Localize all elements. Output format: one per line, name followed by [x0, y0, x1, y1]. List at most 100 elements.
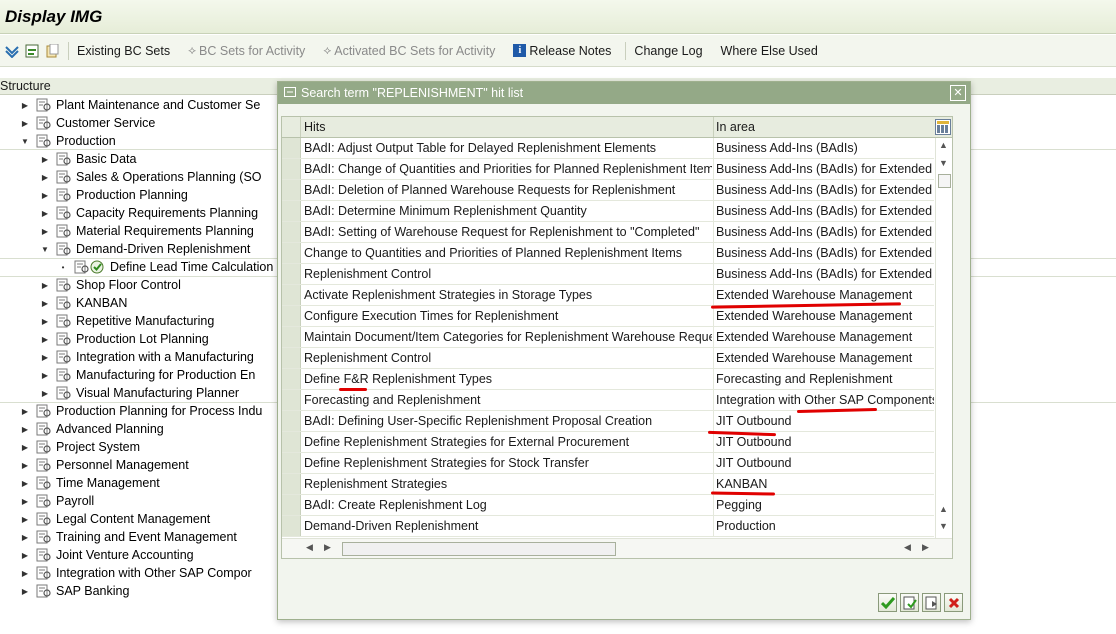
tree-node-label[interactable]: Repetitive Manufacturing	[76, 314, 214, 328]
tree-node[interactable]: ▶ Production Lot Planning	[40, 330, 209, 348]
row-selector[interactable]	[282, 327, 301, 347]
tree-node[interactable]: ▶ Personnel Management	[20, 456, 189, 474]
img-activity-icon[interactable]	[36, 566, 52, 580]
collapsed-arrow-icon[interactable]: ▶	[40, 191, 50, 200]
in-area-cell[interactable]: Business Add-Ins (BAdIs) for Extended Wa…	[716, 225, 934, 239]
cancel-button[interactable]	[944, 593, 963, 612]
row-selector[interactable]	[282, 474, 301, 494]
in-area-cell[interactable]: Business Add-Ins (BAdIs) for Extended Wa…	[716, 204, 934, 218]
row-selector[interactable]	[282, 243, 301, 263]
scroll-down-icon[interactable]: ▼	[939, 158, 948, 168]
collapsed-arrow-icon[interactable]: ▶	[20, 515, 30, 524]
table-row[interactable]: Forecasting and Replenishment Integration…	[282, 390, 934, 411]
img-activity-icon[interactable]	[56, 188, 72, 202]
row-selector[interactable]	[282, 159, 301, 179]
tree-node[interactable]: ▶ Shop Floor Control	[40, 276, 181, 294]
tree-node-label[interactable]: SAP Banking	[56, 584, 129, 598]
img-activity-icon[interactable]	[56, 296, 72, 310]
tree-node-label[interactable]: Basic Data	[76, 152, 136, 166]
tree-node-label[interactable]: Production Planning for Process Indu	[56, 404, 262, 418]
collapsed-arrow-icon[interactable]: ▶	[20, 533, 30, 542]
table-row[interactable]: Replenishment Control Business Add-Ins (B…	[282, 264, 934, 285]
in-area-cell[interactable]: Pegging	[716, 498, 934, 512]
tree-node[interactable]: ▶ Project System	[20, 438, 140, 456]
hit-cell[interactable]: Replenishment Control	[304, 351, 712, 365]
tree-node[interactable]: ▼ Demand-Driven Replenishment	[40, 240, 250, 258]
collapsed-arrow-icon[interactable]: ▶	[20, 425, 30, 434]
table-row[interactable]: Demand-Driven Replenishment Production	[282, 516, 934, 537]
collapsed-arrow-icon[interactable]: ▶	[20, 587, 30, 596]
layout-settings-icon[interactable]	[935, 119, 951, 135]
in-area-cell[interactable]: Extended Warehouse Management	[716, 351, 934, 365]
table-row[interactable]: BAdI: Adjust Output Table for Delayed Re…	[282, 138, 934, 159]
table-row[interactable]: Maintain Document/Item Categories for Re…	[282, 327, 934, 348]
in-area-cell[interactable]: Forecasting and Replenishment	[716, 372, 934, 386]
tree-node[interactable]: ▶ Production Planning	[40, 186, 188, 204]
collapsed-arrow-icon[interactable]: ▶	[20, 101, 30, 110]
tree-node-label[interactable]: Plant Maintenance and Customer Se	[56, 98, 260, 112]
hit-cell[interactable]: BAdI: Create Replenishment Log	[304, 498, 712, 512]
tree-node-label[interactable]: Production	[56, 134, 116, 148]
img-activity-icon[interactable]	[56, 368, 72, 382]
tree-node-label[interactable]: Define Lead Time Calculation	[110, 260, 273, 274]
img-activity-icon[interactable]	[56, 152, 72, 166]
hit-cell[interactable]: Activate Replenishment Strategies in Sto…	[304, 288, 712, 302]
hit-cell[interactable]: BAdI: Deletion of Planned Warehouse Requ…	[304, 183, 712, 197]
table-row[interactable]: Define Replenishment Strategies for Exte…	[282, 432, 934, 453]
scroll-right-icon[interactable]: ▶	[922, 542, 929, 553]
img-activity-icon[interactable]	[56, 170, 72, 184]
table-row[interactable]: Replenishment Control Extended Warehouse …	[282, 348, 934, 369]
row-selector[interactable]	[282, 138, 301, 158]
collapsed-arrow-icon[interactable]: ▶	[20, 497, 30, 506]
in-area-cell[interactable]: Business Add-Ins (BAdIs) for Extended Wa…	[716, 246, 934, 260]
img-activity-icon[interactable]	[36, 98, 52, 112]
in-area-cell[interactable]: Extended Warehouse Management	[716, 309, 934, 323]
collapsed-arrow-icon[interactable]: ▶	[40, 335, 50, 344]
collapsed-arrow-icon[interactable]: ▶	[40, 227, 50, 236]
tree-node[interactable]: ▶ Integration with Other SAP Compor	[20, 564, 252, 582]
collapsed-arrow-icon[interactable]: ▶	[20, 551, 30, 560]
table-row[interactable]: Configure Execution Times for Replenishm…	[282, 306, 934, 327]
table-row[interactable]: BAdI: Change of Quantities and Prioritie…	[282, 159, 934, 180]
row-selector[interactable]	[282, 369, 301, 389]
row-selector[interactable]	[282, 285, 301, 305]
hit-cell[interactable]: Replenishment Control	[304, 267, 712, 281]
hit-cell[interactable]: BAdI: Determine Minimum Replenishment Qu…	[304, 204, 712, 218]
hit-cell[interactable]: Change to Quantities and Priorities of P…	[304, 246, 712, 260]
img-activity-icon[interactable]	[36, 458, 52, 472]
img-activity-icon[interactable]	[56, 206, 72, 220]
tree-node[interactable]: ▼ Production	[20, 132, 116, 150]
tree-node[interactable]: ▶ Basic Data	[40, 150, 137, 168]
tree-node[interactable]: ▶ Sales & Operations Planning (SO	[40, 168, 262, 186]
hit-cell[interactable]: Configure Execution Times for Replenishm…	[304, 309, 712, 323]
in-area-cell[interactable]: KANBAN	[716, 477, 934, 491]
bc-sets-for-activity-button[interactable]: ⟡ BC Sets for Activity	[188, 43, 305, 58]
scroll-up-icon[interactable]: ▲	[939, 504, 948, 514]
tree-node[interactable]: ▶ Legal Content Management	[20, 510, 210, 528]
in-area-cell[interactable]: Business Add-Ins (BAdIs) for Extended Wa…	[716, 267, 934, 281]
collapsed-arrow-icon[interactable]: ▶	[20, 461, 30, 470]
img-activity-icon[interactable]	[36, 440, 52, 454]
hit-cell[interactable]: BAdI: Change of Quantities and Prioritie…	[304, 162, 712, 176]
img-activity-icon[interactable]	[36, 404, 52, 418]
table-row[interactable]: Change to Quantities and Priorities of P…	[282, 243, 934, 264]
tree-node-label[interactable]: Material Requirements Planning	[76, 224, 254, 238]
hit-cell[interactable]: Forecasting and Replenishment	[304, 393, 712, 407]
continue-button[interactable]	[878, 593, 897, 612]
hit-cell[interactable]: Replenishment Strategies	[304, 477, 712, 491]
tree-node[interactable]: ▶ SAP Banking	[20, 582, 130, 600]
hit-cell[interactable]: Demand-Driven Replenishment	[304, 519, 712, 533]
hit-cell[interactable]: BAdI: Setting of Warehouse Request for R…	[304, 225, 712, 239]
table-row[interactable]: BAdI: Determine Minimum Replenishment Qu…	[282, 201, 934, 222]
in-area-cell[interactable]: Business Add-Ins (BAdIs) for Extended Wa…	[716, 183, 934, 197]
tree-node-label[interactable]: Shop Floor Control	[76, 278, 181, 292]
tree-node-label[interactable]: Integration with Other SAP Compor	[56, 566, 252, 580]
column-header-in-area[interactable]: In area	[716, 120, 755, 134]
change-log-button[interactable]: Change Log	[634, 44, 702, 58]
tree-node[interactable]: ▶ Payroll	[20, 492, 94, 510]
scroll-left-icon[interactable]: ◀	[904, 542, 911, 553]
collapsed-arrow-icon[interactable]: ▶	[20, 407, 30, 416]
row-selector[interactable]	[282, 180, 301, 200]
in-area-cell[interactable]: Extended Warehouse Management	[716, 288, 934, 302]
choose-button[interactable]	[900, 593, 919, 612]
